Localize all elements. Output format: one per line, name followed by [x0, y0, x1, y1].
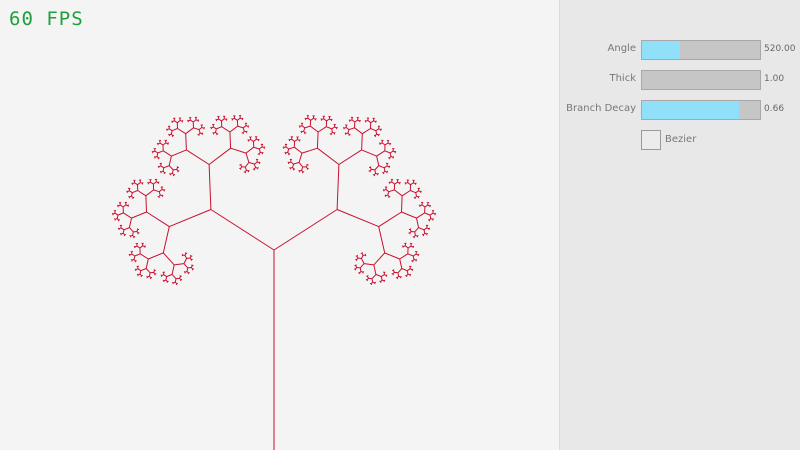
fps-counter: 60 FPS	[9, 8, 84, 30]
angle-slider-fill	[642, 41, 680, 59]
thick-label: Thick	[609, 73, 636, 84]
control-panel: Angle 520.00 Thick 1.00 Branch Decay 0.6…	[559, 0, 800, 450]
fractal-tree	[111, 114, 437, 450]
fractal-canvas: 60 FPS	[0, 0, 559, 450]
angle-slider[interactable]	[641, 40, 761, 60]
thick-slider-row: Thick 1.00	[560, 70, 800, 90]
angle-slider-row: Angle 520.00	[560, 40, 800, 60]
branch-decay-slider-fill	[642, 101, 739, 119]
angle-label: Angle	[607, 43, 636, 54]
thick-value: 1.00	[764, 74, 785, 84]
bezier-label: Bezier	[665, 134, 697, 145]
bezier-checkbox-row: Bezier	[560, 130, 800, 150]
bezier-checkbox[interactable]	[641, 130, 661, 150]
branch-decay-slider[interactable]	[641, 100, 761, 120]
thick-slider[interactable]	[641, 70, 761, 90]
tree-branches	[111, 114, 437, 450]
angle-value: 520.00	[764, 44, 796, 54]
branch-decay-value: 0.66	[764, 104, 785, 114]
branch-decay-label: Branch Decay	[566, 103, 636, 114]
branch-decay-slider-row: Branch Decay 0.66	[560, 100, 800, 120]
